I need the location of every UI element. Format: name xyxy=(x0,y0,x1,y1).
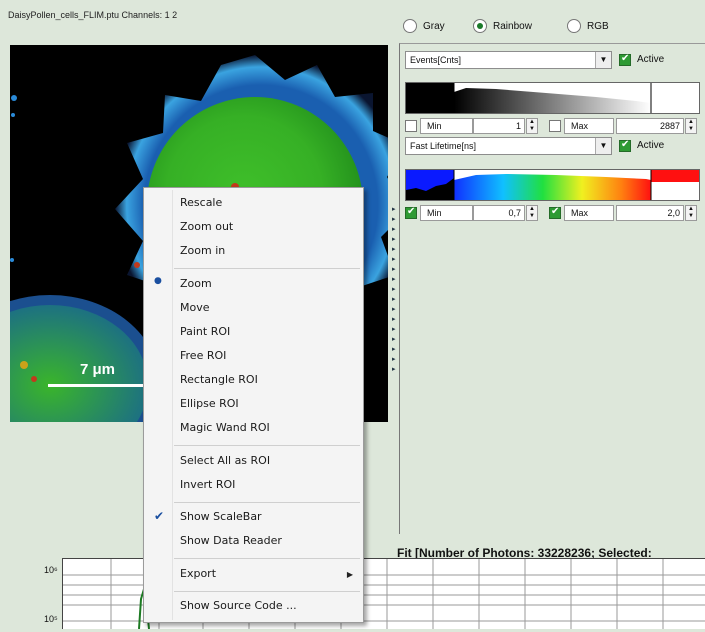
menu-item-show-source-code[interactable]: Show Source Code ... xyxy=(180,599,297,612)
channel1-max-input[interactable]: 2887 xyxy=(616,118,684,134)
menu-item-free-roi[interactable]: Free ROI xyxy=(180,349,226,362)
radio-rgb-indicator xyxy=(567,19,581,33)
channel1-max-spinner[interactable]: ▲ ▼ xyxy=(685,118,697,134)
menu-item-rescale[interactable]: Rescale xyxy=(180,196,222,209)
radio-gray-label: Gray xyxy=(423,20,445,32)
radio-gray-indicator xyxy=(403,19,417,33)
menu-item-move[interactable]: Move xyxy=(180,301,210,314)
menu-separator xyxy=(174,268,360,269)
channel1-select-value: Events[Cnts] xyxy=(410,55,462,65)
menu-item-zoom-out[interactable]: Zoom out xyxy=(180,220,233,233)
channel1-histogram-graphic xyxy=(406,83,652,113)
channel2-active-checkbox[interactable] xyxy=(619,139,631,152)
channel1-max-label: Max xyxy=(564,118,614,134)
channel2-histogram-graphic xyxy=(406,170,699,200)
scalebar-line xyxy=(48,384,148,387)
display-settings-panel: Events[Cnts] ▼ Active Min 1 ▲▼ Max 2887 … xyxy=(399,43,705,534)
radio-rgb-label: RGB xyxy=(587,20,609,32)
menu-item-paint-roi[interactable]: Paint ROI xyxy=(180,325,230,338)
menu-separator xyxy=(174,445,360,446)
context-menu: Rescale Zoom out Zoom in ● Zoom Move Pai… xyxy=(143,187,364,623)
scalebar-label: 7 μm xyxy=(80,361,116,378)
channel2-select[interactable]: Fast Lifetime[ns] ▼ xyxy=(405,137,612,155)
menu-separator xyxy=(174,591,360,592)
channel2-min-checkbox[interactable] xyxy=(405,206,417,219)
channel1-min-checkbox[interactable] xyxy=(405,120,417,132)
y-tick-label: 10⁶ xyxy=(44,565,58,575)
chevron-down-icon: ▼ xyxy=(595,138,611,154)
menu-item-show-scalebar[interactable]: Show ScaleBar xyxy=(180,510,262,523)
channel2-active-label: Active xyxy=(637,140,665,151)
menu-separator xyxy=(174,558,360,559)
y-tick-label: 10⁵ xyxy=(44,614,58,624)
radio-rainbow-label: Rainbow xyxy=(493,20,532,32)
channel2-max-label: Max xyxy=(564,205,614,221)
channel1-active-checkbox[interactable] xyxy=(619,53,631,66)
submenu-arrow-icon: ▶ xyxy=(346,570,353,579)
menu-item-select-all-as-roi[interactable]: Select All as ROI xyxy=(180,454,270,467)
radio-rainbow-indicator xyxy=(473,19,487,33)
channel2-min-spinner[interactable]: ▲ ▼ xyxy=(526,205,538,221)
menu-item-zoom-in[interactable]: Zoom in xyxy=(180,244,225,257)
menu-item-invert-roi[interactable]: Invert ROI xyxy=(180,478,235,491)
channel1-active-label: Active xyxy=(637,54,665,65)
menu-item-show-data-reader[interactable]: Show Data Reader xyxy=(180,534,282,547)
channel1-min-input[interactable]: 1 xyxy=(473,118,525,134)
radio-rgb[interactable]: RGB xyxy=(567,19,609,33)
menu-item-zoom[interactable]: Zoom xyxy=(180,277,212,290)
menu-item-export[interactable]: Export xyxy=(180,567,216,580)
radio-rainbow[interactable]: Rainbow xyxy=(473,19,532,33)
channel1-histogram[interactable] xyxy=(405,82,700,114)
channel1-select[interactable]: Events[Cnts] ▼ xyxy=(405,51,612,69)
menu-item-magic-wand-roi[interactable]: Magic Wand ROI xyxy=(180,421,270,434)
image-title: DaisyPollen_cells_FLIM.ptu Channels: 1 2 xyxy=(8,10,178,20)
channel2-select-value: Fast Lifetime[ns] xyxy=(410,141,477,151)
menu-separator xyxy=(174,502,360,503)
menu-item-ellipse-roi[interactable]: Ellipse ROI xyxy=(180,397,239,410)
channel2-histogram[interactable] xyxy=(405,169,700,201)
checkmark-icon: ✔ xyxy=(154,509,165,523)
radio-bullet-icon: ● xyxy=(154,276,162,286)
menu-item-rectangle-roi[interactable]: Rectangle ROI xyxy=(180,373,258,386)
channel2-max-spinner[interactable]: ▲ ▼ xyxy=(685,205,697,221)
chevron-down-icon: ▼ xyxy=(595,52,611,68)
channel1-min-spinner[interactable]: ▲ ▼ xyxy=(526,118,538,134)
channel1-min-label: Min xyxy=(420,118,473,134)
channel2-min-input[interactable]: 0,7 xyxy=(473,205,525,221)
radio-gray[interactable]: Gray xyxy=(403,19,445,33)
channel2-max-checkbox[interactable] xyxy=(549,206,561,219)
channel1-max-checkbox[interactable] xyxy=(549,120,561,132)
channel2-max-input[interactable]: 2,0 xyxy=(616,205,684,221)
channel2-min-label: Min xyxy=(420,205,473,221)
menu-gutter xyxy=(172,190,173,620)
